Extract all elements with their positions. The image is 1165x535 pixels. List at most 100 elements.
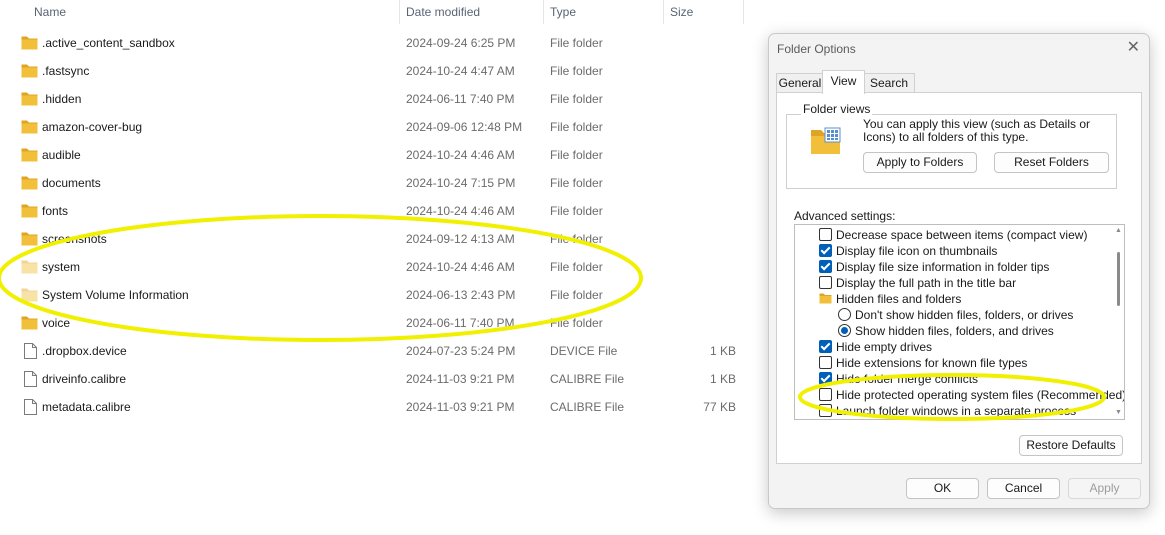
advanced-settings-label: Advanced settings: — [794, 209, 896, 223]
file-size: 1 KB — [709, 344, 736, 358]
file-row[interactable]: voice 2024-06-11 7:40 PM File folder — [0, 309, 760, 337]
file-size — [668, 169, 736, 197]
file-row[interactable]: documents 2024-10-24 7:15 PM File folder — [0, 169, 760, 197]
scroll-down-icon[interactable]: ▼ — [1114, 408, 1123, 418]
close-icon[interactable]: ✕ — [1127, 38, 1140, 58]
file-date: 2024-07-23 5:24 PM — [406, 344, 516, 358]
setting-checkbox[interactable] — [819, 260, 832, 273]
file-date: 2024-11-03 9:21 PM — [406, 400, 515, 414]
dialog-title: Folder Options — [777, 42, 856, 56]
file-name: .hidden — [42, 92, 82, 106]
file-name: driveinfo.calibre — [42, 372, 127, 386]
column-header-date[interactable]: Date modified — [406, 0, 480, 24]
file-size: 1 KB — [709, 372, 736, 386]
file-name: screenshots — [42, 232, 107, 246]
file-size — [668, 309, 736, 337]
column-header-type[interactable]: Type — [550, 0, 576, 24]
column-headers: ^ Name Date modified Type Size — [0, 0, 760, 24]
file-date: 2024-09-24 6:25 PM — [406, 36, 516, 50]
file-row[interactable]: .dropbox.device 2024-07-23 5:24 PM DEVICE … — [0, 337, 760, 365]
file-row[interactable]: metadata.calibre 2024-11-03 9:21 PM CALIBR… — [0, 393, 760, 421]
folder-icon — [21, 36, 38, 50]
folder-icon — [21, 64, 38, 78]
advanced-settings-scrollbar[interactable]: ▲ ▼ — [1114, 226, 1123, 418]
folder-views-icon — [811, 127, 841, 154]
apply-to-folders-button[interactable]: Apply to Folders — [863, 152, 977, 173]
setting-checkbox[interactable] — [819, 372, 832, 385]
file-date: 2024-06-11 7:40 PM — [406, 92, 515, 106]
setting-checkbox[interactable] — [819, 404, 832, 417]
setting-label: Display file size information in folder … — [836, 260, 1050, 274]
file-row[interactable]: .hidden 2024-06-11 7:40 PM File folder — [0, 85, 760, 113]
tab-search[interactable]: Search — [863, 73, 915, 93]
setting-checkbox[interactable] — [819, 388, 832, 401]
column-divider[interactable] — [543, 0, 544, 24]
file-type: File folder — [550, 148, 603, 162]
file-type: DEVICE File — [550, 344, 618, 358]
file-name: metadata.calibre — [42, 400, 131, 414]
folder-icon — [21, 260, 38, 274]
file-size — [668, 141, 736, 169]
setting-checkbox[interactable] — [819, 340, 832, 353]
file-row[interactable]: driveinfo.calibre 2024-11-03 9:21 PM CALIB… — [0, 365, 760, 393]
file-date: 2024-10-24 4:46 AM — [406, 148, 515, 162]
tab-general[interactable]: General — [776, 73, 824, 93]
file-name: system — [42, 260, 81, 274]
reset-folders-button[interactable]: Reset Folders — [994, 152, 1109, 173]
setting-radio[interactable] — [838, 324, 851, 337]
file-name: .active_content_sandbox — [42, 36, 175, 50]
folder-icon — [21, 288, 38, 302]
file-type: File folder — [550, 64, 603, 78]
file-row[interactable]: .fastsync 2024-10-24 4:47 AM File folder — [0, 57, 760, 85]
file-icon — [24, 371, 37, 387]
file-date: 2024-10-24 4:46 AM — [406, 260, 515, 274]
file-type: File folder — [550, 316, 603, 330]
file-size — [668, 29, 736, 57]
file-row[interactable]: fonts 2024-10-24 4:46 AM File folder — [0, 197, 760, 225]
file-name: .dropbox.device — [42, 344, 127, 358]
file-row[interactable]: screenshots 2024-09-12 4:13 AM File folder — [0, 225, 760, 253]
file-row[interactable]: audible 2024-10-24 4:46 AM File folder — [0, 141, 760, 169]
restore-defaults-button[interactable]: Restore Defaults — [1019, 435, 1123, 456]
scroll-thumb[interactable] — [1117, 252, 1120, 306]
setting-label: Launch folder windows in a separate proc… — [836, 404, 1077, 418]
setting-checkbox[interactable] — [819, 244, 832, 257]
file-type: File folder — [550, 288, 603, 302]
column-divider[interactable] — [399, 0, 400, 24]
setting-label: Hide extensions for known file types — [836, 356, 1028, 370]
scroll-up-icon[interactable]: ▲ — [1114, 226, 1123, 236]
file-name: amazon-cover-bug — [42, 120, 143, 134]
file-row[interactable]: System Volume Information 2024-06-13 2:43… — [0, 281, 760, 309]
column-divider[interactable] — [743, 0, 744, 24]
setting-label: Hide empty drives — [836, 340, 933, 354]
file-icon — [24, 399, 37, 415]
setting-checkbox[interactable] — [819, 228, 832, 241]
file-row[interactable]: .active_content_sandbox 2024-09-24 6:25 P… — [0, 29, 760, 57]
file-row[interactable]: amazon-cover-bug 2024-09-06 12:48 PM File … — [0, 113, 760, 141]
column-divider[interactable] — [663, 0, 664, 24]
sort-indicator: ^ — [205, 0, 211, 3]
file-name: fonts — [42, 204, 69, 218]
column-header-name[interactable]: Name — [34, 0, 66, 24]
file-type: CALIBRE File — [550, 372, 625, 386]
file-type: File folder — [550, 120, 603, 134]
setting-radio[interactable] — [838, 308, 851, 321]
ok-button[interactable]: OK — [906, 478, 979, 499]
file-name: documents — [42, 176, 101, 190]
setting-label: Hide protected operating system files (R… — [836, 388, 1125, 402]
tab-view[interactable]: View — [822, 70, 865, 94]
file-row[interactable]: system 2024-10-24 4:46 AM File folder — [0, 253, 760, 281]
advanced-settings-list[interactable]: Launch folder windows in a separate proc… — [794, 224, 1125, 420]
cancel-button[interactable]: Cancel — [987, 478, 1060, 499]
setting-checkbox[interactable] — [819, 356, 832, 369]
column-header-size[interactable]: Size — [670, 0, 693, 24]
apply-button[interactable]: Apply — [1068, 478, 1141, 499]
file-type: File folder — [550, 36, 603, 50]
folder-icon — [21, 92, 38, 106]
setting-checkbox[interactable] — [819, 276, 832, 289]
setting-label: Display file icon on thumbnails — [836, 244, 998, 258]
file-date: 2024-09-06 12:48 PM — [406, 120, 523, 134]
setting-label: Hidden files and folders — [836, 292, 962, 306]
file-type: File folder — [550, 176, 603, 190]
folder-icon — [21, 316, 38, 330]
